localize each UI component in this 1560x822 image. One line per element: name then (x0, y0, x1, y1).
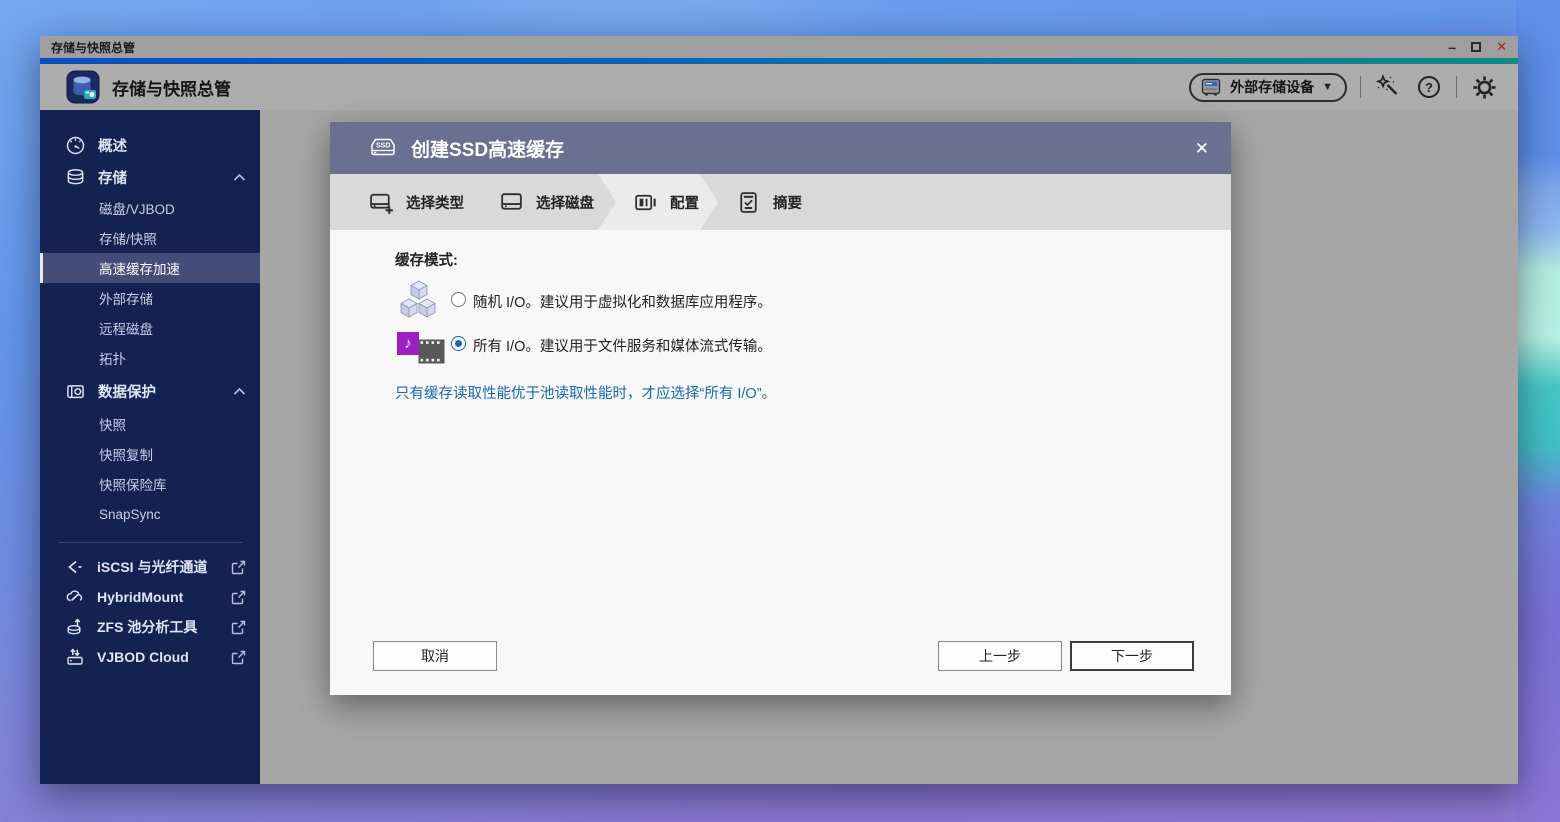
snapshot-camera-icon (65, 381, 86, 402)
sidebar-item-snapshot-replica[interactable]: 快照复制 (40, 439, 260, 469)
minimize-icon[interactable]: – (1448, 42, 1456, 52)
sidebar-item-overview[interactable]: 概述 (40, 129, 260, 161)
step-configure: 配置 (632, 174, 699, 230)
toolbar-separator (1360, 76, 1361, 98)
close-icon[interactable]: ✕ (1496, 39, 1507, 55)
dialog-body: 缓存模式: 随机 I/O。建议用于虚拟化和数据库应用程序 (330, 230, 1231, 695)
create-ssd-cache-dialog: SSD 创建SSD高速缓存 ✕ 选择类型 (330, 122, 1231, 695)
desktop-wallpaper: 存储与快照总管 – ✕ 存储与快照总管 (0, 0, 1560, 822)
cache-mode-label: 缓存模式: (395, 249, 458, 270)
zfs-pool-icon (65, 617, 85, 637)
step-summary: 摘要 (735, 174, 802, 230)
sidebar: 概述 存储 磁盘/VJBOD 存储/快照 高速缓存加速 外部存储 (40, 110, 260, 784)
external-storage-device-button[interactable]: 外部存储设备 ▼ (1189, 73, 1347, 102)
cache-config-icon (632, 189, 659, 216)
dialog-title: 创建SSD高速缓存 (411, 135, 564, 162)
all-io-radio[interactable] (451, 336, 466, 351)
sidebar-item-disks-vjbod[interactable]: 磁盘/VJBOD (40, 193, 260, 223)
summary-clipboard-icon (735, 189, 762, 216)
ssd-drive-icon: SSD (368, 135, 398, 161)
random-io-cubes-icon (398, 280, 438, 322)
help-icon[interactable]: ? (1415, 73, 1443, 101)
external-storage-device-label: 外部存储设备 (1230, 77, 1314, 97)
vjbod-cloud-icon (65, 647, 85, 667)
storage-snapshots-app-icon (66, 70, 100, 104)
sidebar-item-snapshot-vault[interactable]: 快照保险库 (40, 469, 260, 499)
app-title: 存储与快照总管 (112, 75, 231, 100)
sidebar-item-storage-snapshots[interactable]: 存储/快照 (40, 223, 260, 253)
next-button[interactable]: 下一步 (1070, 641, 1194, 671)
magic-wand-icon[interactable] (1374, 73, 1402, 101)
chevron-up-icon[interactable] (233, 173, 246, 182)
sidebar-item-external-storage[interactable]: 外部存储 (40, 283, 260, 313)
sidebar-group-data-protection[interactable]: 数据保护 (40, 373, 260, 409)
external-link-icon[interactable] (231, 650, 246, 665)
random-io-radio[interactable] (451, 292, 466, 307)
iscsi-icon (65, 557, 85, 577)
gauge-icon (65, 135, 86, 156)
sidebar-link-iscsi-fc[interactable]: iSCSI 与光纤通道 (40, 552, 260, 582)
sidebar-link-zfs-pool-profiler[interactable]: ZFS 池分析工具 (40, 612, 260, 642)
maximize-icon[interactable] (1471, 42, 1481, 52)
disk-stack-icon (65, 167, 86, 188)
header-toolbar: 外部存储设备 ▼ ? (1189, 73, 1498, 102)
sidebar-item-remote-disk[interactable]: 远程磁盘 (40, 313, 260, 343)
external-link-icon[interactable] (231, 620, 246, 635)
cancel-button[interactable]: 取消 (373, 641, 497, 671)
sidebar-item-topology[interactable]: 拓扑 (40, 343, 260, 373)
previous-button[interactable]: 上一步 (938, 641, 1062, 671)
external-link-icon[interactable] (231, 590, 246, 605)
chevron-down-icon: ▼ (1322, 81, 1333, 93)
sidebar-item-cache-acceleration[interactable]: 高速缓存加速 (40, 253, 260, 283)
wallpaper-color-band (1516, 0, 1560, 822)
sidebar-item-snapsync[interactable]: SnapSync (40, 499, 260, 529)
window-title: 存储与快照总管 (51, 39, 135, 56)
hybridmount-cloud-icon (65, 587, 85, 607)
drive-icon (498, 189, 525, 216)
settings-gear-icon[interactable] (1470, 73, 1498, 101)
film-strip-icon (418, 339, 445, 364)
cache-mode-note: 只有缓存读取性能优于池读取性能时，才应选择“所有 I/O”。 (395, 382, 776, 403)
chevron-up-icon[interactable] (233, 387, 246, 396)
app-header: 存储与快照总管 外部存储设备 ▼ (40, 64, 1518, 110)
sidebar-divider (58, 542, 242, 543)
dialog-close-icon[interactable]: ✕ (1189, 136, 1215, 161)
toolbar-separator (1456, 76, 1457, 98)
all-io-option-text[interactable]: 所有 I/O。建议用于文件服务和媒体流式传输。 (473, 335, 772, 356)
dialog-header: SSD 创建SSD高速缓存 ✕ (330, 122, 1231, 174)
step-select-type: 选择类型 (368, 174, 464, 230)
sidebar-item-snapshot[interactable]: 快照 (40, 409, 260, 439)
window-controls: – ✕ (1448, 39, 1507, 55)
step-select-disks: 选择磁盘 (498, 174, 594, 230)
external-link-icon[interactable] (231, 560, 246, 575)
sidebar-group-storage[interactable]: 存储 (40, 161, 260, 193)
sidebar-link-hybridmount[interactable]: HybridMount (40, 582, 260, 612)
all-io-media-icon: ♪ (397, 329, 447, 369)
svg-text:SSD: SSD (376, 143, 390, 150)
drive-add-icon (368, 189, 395, 216)
sidebar-link-vjbod-cloud[interactable]: VJBOD Cloud (40, 642, 260, 672)
music-note-icon: ♪ (397, 332, 419, 355)
random-io-option-text[interactable]: 随机 I/O。建议用于虚拟化和数据库应用程序。 (473, 291, 772, 312)
wizard-steps-bar: 选择类型 选择磁盘 配置 (330, 174, 1231, 230)
window-titlebar: 存储与快照总管 – ✕ (40, 36, 1518, 58)
external-drive-icon (1200, 78, 1222, 97)
